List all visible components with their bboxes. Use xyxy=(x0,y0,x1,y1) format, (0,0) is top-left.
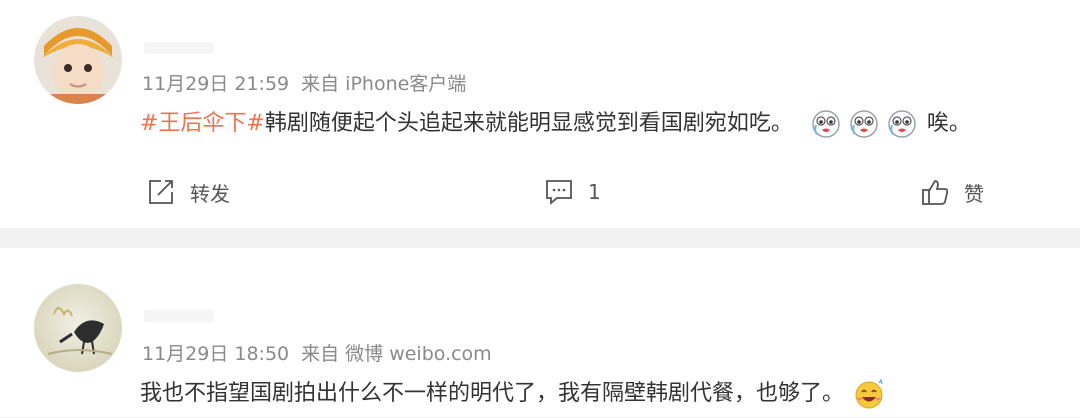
action-bar: 转发 1 赞 xyxy=(0,172,1080,212)
post-text: 我也不指望国剧拍出什么不一样的明代了，我有隔壁韩剧代餐，也够了。 xyxy=(140,381,845,406)
hashtag-link[interactable]: #王后伞下# xyxy=(140,109,265,139)
comment-count: 1 xyxy=(588,180,601,204)
post-trail-text: 唉。 xyxy=(926,111,971,136)
forward-icon xyxy=(146,177,176,207)
forward-label: 转发 xyxy=(190,181,230,206)
comment-button[interactable]: 1 xyxy=(544,172,601,212)
like-button[interactable]: 赞 xyxy=(920,172,984,212)
post-meta: 11月29日 21:59 来自 iPhone客户端 xyxy=(142,72,466,96)
username-placeholder[interactable] xyxy=(144,310,214,322)
username-placeholder[interactable] xyxy=(144,42,214,54)
post-time: 21:59 xyxy=(234,73,290,95)
comment-card: 11月29日 18:50 来自 微博 weibo.com 我也不指望国剧拍出什么不一… xyxy=(0,248,1080,417)
crying-face-icon xyxy=(887,109,917,139)
comment-icon xyxy=(544,178,574,206)
laughing-face-icon xyxy=(854,378,884,409)
like-label: 赞 xyxy=(964,181,984,206)
avatar[interactable] xyxy=(34,16,122,104)
post-date: 11月29日 xyxy=(142,343,229,365)
forward-button[interactable]: 转发 xyxy=(146,172,230,212)
post-text: 韩剧随便起个头追起来就能明显感觉到看国剧宛如吃 xyxy=(264,111,771,136)
avatar[interactable] xyxy=(34,284,122,372)
crying-face-icon xyxy=(849,109,879,139)
post-source: 来自 微博 weibo.com xyxy=(301,343,492,365)
post-punct: 。 xyxy=(770,111,793,136)
comment-card: 11月29日 21:59 来自 iPhone客户端 #王后伞下# 韩剧随便起个头追起… xyxy=(0,0,1080,228)
comment-feed: 11月29日 21:59 来自 iPhone客户端 #王后伞下# 韩剧随便起个头追起… xyxy=(0,0,1080,417)
post-content: #王后伞下# 韩剧随便起个头追起来就能明显感觉到看国剧宛如吃 。 唉。 xyxy=(140,109,971,139)
post-date: 11月29日 xyxy=(142,73,229,95)
post-meta: 11月29日 18:50 来自 微博 weibo.com xyxy=(142,342,492,366)
post-time: 18:50 xyxy=(234,343,290,365)
post-content: 我也不指望国剧拍出什么不一样的明代了，我有隔壁韩剧代餐，也够了。 xyxy=(140,378,888,409)
thumbs-up-icon xyxy=(920,177,950,207)
crying-face-icon xyxy=(811,109,841,139)
post-source: 来自 iPhone客户端 xyxy=(301,73,467,95)
